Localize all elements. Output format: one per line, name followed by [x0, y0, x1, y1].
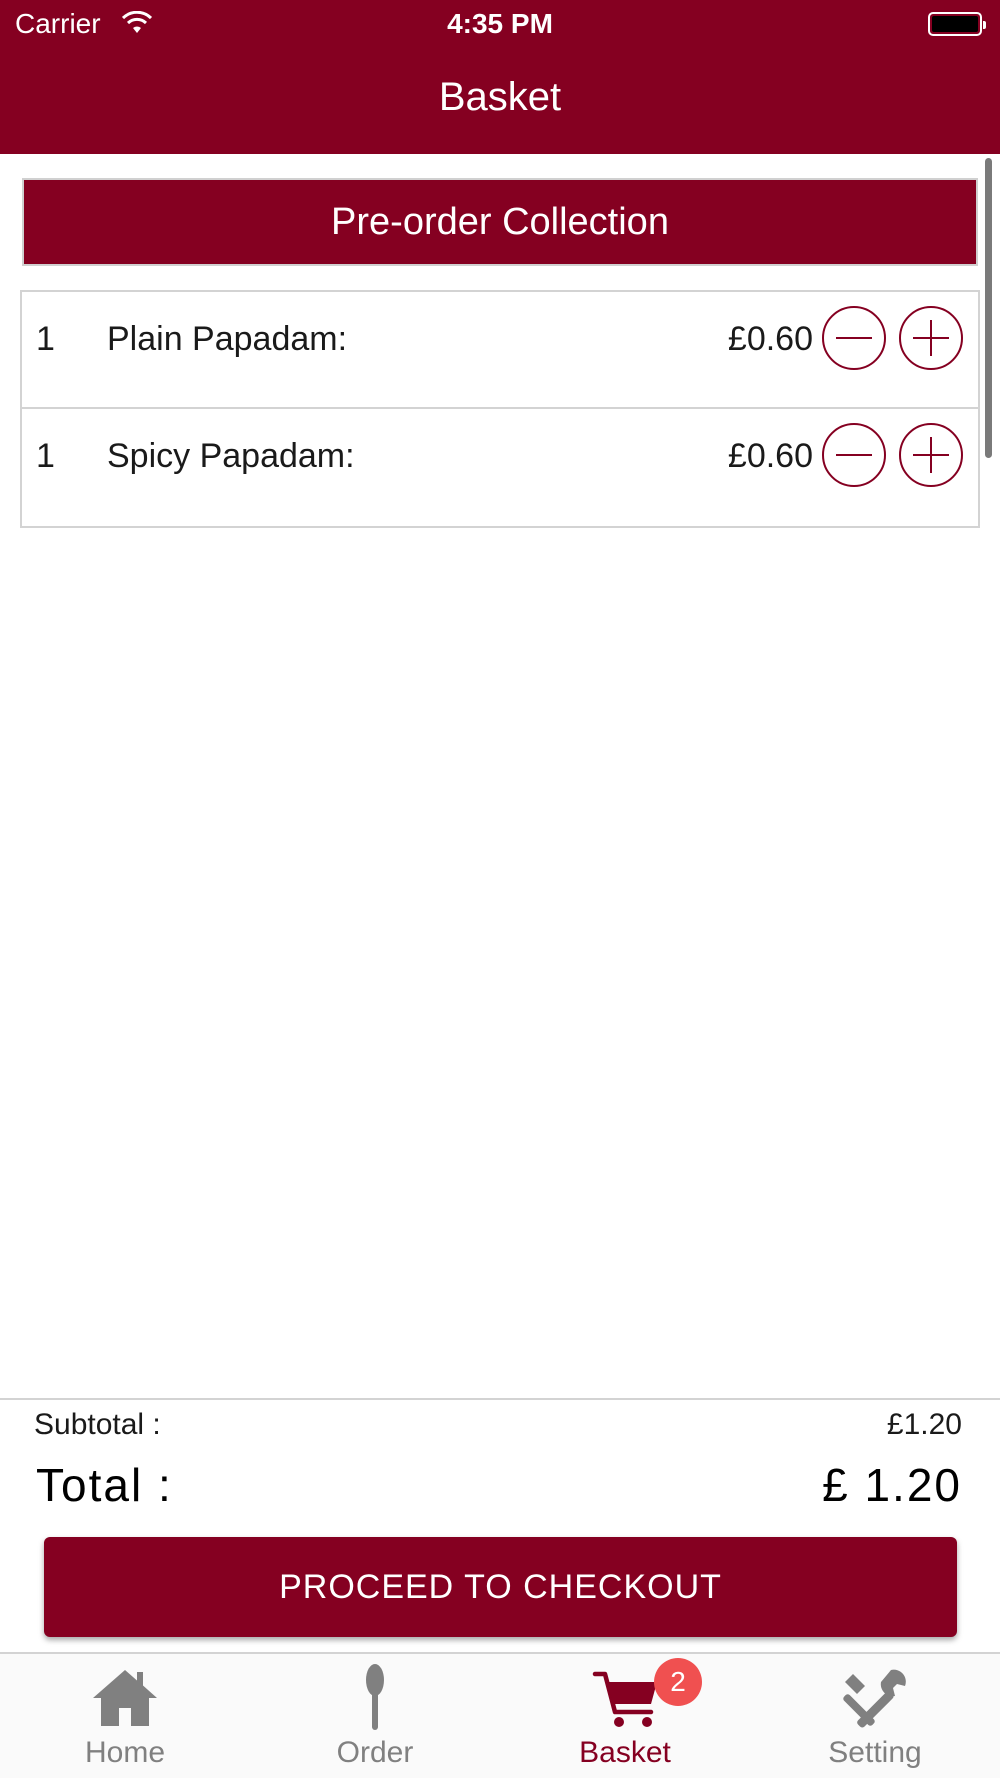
item-price: £0.60 — [727, 320, 813, 358]
increase-quantity-button[interactable] — [899, 423, 963, 487]
tab-label: Order — [336, 1736, 414, 1769]
totals-divider — [0, 1398, 1000, 1400]
item-name: Spicy Papadam: — [107, 437, 355, 475]
total-value: £ 1.20 — [822, 1459, 962, 1511]
tab-label: Setting — [828, 1736, 922, 1769]
home-icon — [93, 1670, 157, 1726]
cart-icon — [592, 1671, 657, 1727]
basket-item-row: 1 Spicy Papadam: £0.60 — [22, 409, 978, 526]
total-label: Total : — [36, 1459, 173, 1511]
status-bar: Carrier 4:35 PM — [0, 0, 1000, 50]
item-name: Plain Papadam: — [107, 320, 348, 358]
tools-icon — [843, 1669, 906, 1728]
item-price: £0.60 — [727, 437, 813, 475]
minus-icon — [836, 454, 872, 456]
minus-icon — [836, 337, 872, 339]
tab-home[interactable]: Home — [0, 1664, 250, 1776]
increase-quantity-button[interactable] — [899, 306, 963, 370]
section-banner: Pre-order Collection — [22, 178, 978, 266]
basket-item-row: 1 Plain Papadam: £0.60 — [22, 292, 978, 409]
proceed-to-checkout-button[interactable]: PROCEED TO CHECKOUT — [44, 1537, 957, 1637]
tab-bar: Home Order Basket Setting — [0, 1652, 1000, 1778]
battery-icon — [928, 12, 986, 36]
tab-basket[interactable]: Basket — [500, 1664, 750, 1776]
basket-count-badge: 2 — [654, 1658, 702, 1706]
subtotal-label: Subtotal : — [34, 1408, 161, 1441]
scroll-indicator[interactable] — [985, 158, 992, 458]
decrease-quantity-button[interactable] — [822, 423, 886, 487]
spoon-icon — [366, 1664, 384, 1730]
tab-setting[interactable]: Setting — [750, 1664, 1000, 1776]
tab-order[interactable]: Order — [250, 1664, 500, 1776]
tab-label: Home — [84, 1736, 166, 1769]
item-quantity: 1 — [36, 320, 55, 358]
decrease-quantity-button[interactable] — [822, 306, 886, 370]
navigation-bar: Carrier 4:35 PM Basket — [0, 0, 1000, 154]
subtotal-value: £1.20 — [886, 1408, 962, 1441]
item-quantity: 1 — [36, 437, 55, 475]
basket-items-list: 1 Plain Papadam: £0.60 1 Spicy Papadam: … — [20, 290, 980, 528]
tab-label: Basket — [579, 1736, 671, 1769]
page-title: Basket — [438, 75, 562, 119]
clock: 4:35 PM — [447, 8, 553, 39]
